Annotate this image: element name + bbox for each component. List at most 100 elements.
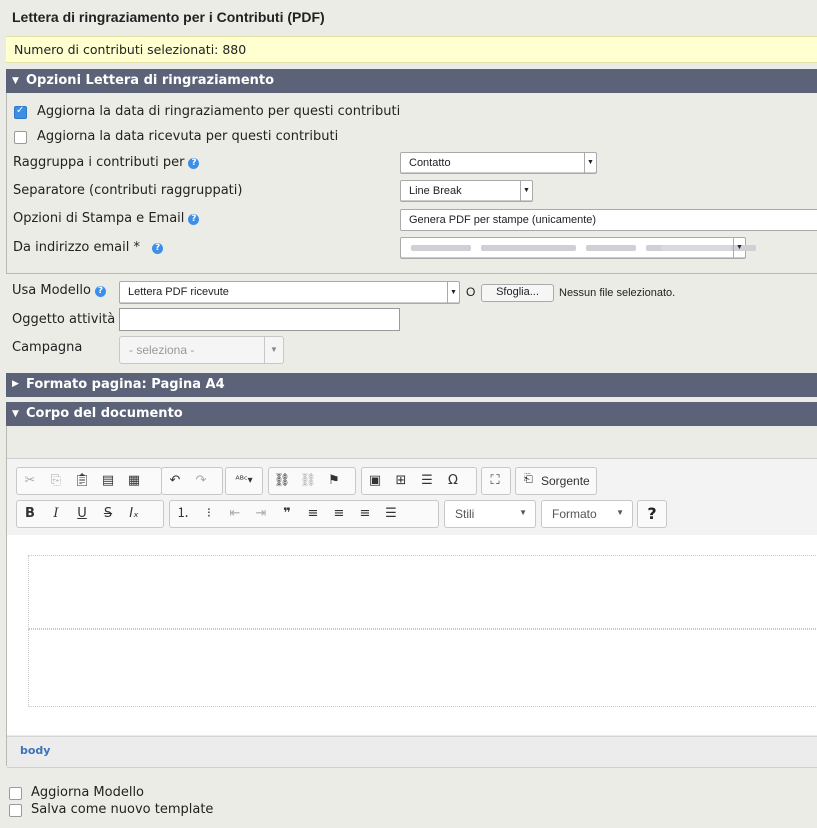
template-label: Usa Modello?	[12, 283, 106, 298]
basic-style-group: B I U S Iₓ	[16, 500, 164, 528]
justify-icon[interactable]: ☰	[378, 501, 404, 527]
bold-icon[interactable]: B	[17, 501, 43, 527]
group-by-label: Raggruppa i contributi per?	[13, 155, 200, 170]
group-by-label-text: Raggruppa i contributi per	[13, 155, 185, 170]
no-file-selected-text: Nessun file selezionato.	[559, 287, 676, 299]
content-block[interactable]	[28, 629, 817, 707]
outdent-icon[interactable]: ⇤	[222, 501, 248, 527]
paste-text-icon[interactable]: ▤	[95, 468, 121, 494]
cut-icon[interactable]: ✂	[17, 468, 43, 494]
campaign-value: - seleziona -	[129, 343, 195, 357]
maximize-group: ⛶	[481, 467, 511, 495]
template-value: Lettera PDF ricevute	[128, 286, 229, 298]
numbered-list-icon[interactable]: ⒈	[170, 501, 196, 527]
chevron-down-icon: ▼	[733, 238, 745, 258]
align-right-icon[interactable]: ≡	[352, 501, 378, 527]
help-button[interactable]: ?	[637, 500, 667, 528]
separator-select[interactable]: Line Break ▼	[400, 180, 533, 202]
editor-content-area[interactable]	[7, 535, 817, 735]
help-icon[interactable]: ?	[188, 158, 200, 169]
horizontal-line-icon[interactable]: ☰	[414, 468, 440, 494]
help-icon[interactable]: ?	[188, 214, 200, 225]
anchor-flag-icon[interactable]: ⚑	[321, 468, 347, 494]
paste-icon[interactable]: 📋︎	[69, 468, 95, 494]
update-template-label: Aggiorna Modello	[31, 785, 145, 800]
underline-icon[interactable]: U	[69, 501, 95, 527]
group-by-value: Contatto	[409, 157, 451, 169]
selection-notice-text: Numero di contributi selezionati: 880	[14, 42, 247, 57]
undo-icon[interactable]: ↶	[162, 468, 188, 494]
from-email-label-text: Da indirizzo email	[13, 240, 130, 255]
chevron-down-icon: ▼	[447, 282, 459, 303]
update-receipt-date-label: Aggiorna la data ricevuta per questi con…	[37, 129, 339, 144]
browse-file-button[interactable]: Sfoglia...	[481, 284, 554, 302]
document-body-section-header[interactable]: ▼ Corpo del documento	[6, 402, 817, 426]
update-thankyou-date-label: Aggiorna la data di ringraziamento per q…	[37, 104, 401, 119]
align-center-icon[interactable]: ≡	[326, 501, 352, 527]
styles-combo-label: Stili	[455, 507, 475, 521]
unlink-icon[interactable]: ⛓	[295, 468, 321, 494]
print-email-label: Opzioni di Stampa e Email?	[13, 211, 200, 226]
activity-subject-label: Oggetto attività	[12, 312, 116, 327]
strikethrough-icon[interactable]: S	[95, 501, 121, 527]
template-select[interactable]: Lettera PDF ricevute ▼	[119, 281, 460, 304]
image-icon[interactable]: ▣	[362, 468, 388, 494]
styles-combo[interactable]: Stili ▼	[444, 500, 536, 528]
help-icon[interactable]: ?	[94, 286, 106, 297]
print-email-value: Genera PDF per stampe (unicamente)	[409, 214, 597, 226]
blockquote-icon[interactable]: ❞	[274, 501, 300, 527]
source-button[interactable]: ⎗ Sorgente	[515, 467, 597, 495]
or-text: O	[466, 285, 476, 299]
expand-triangle-icon: ▶	[12, 379, 19, 389]
chevron-down-icon: ▼	[264, 337, 283, 363]
remove-format-icon[interactable]: Iₓ	[121, 501, 147, 527]
chevron-down-icon: ▼	[616, 508, 624, 517]
link-group: ⛓ ⛓ ⚑	[268, 467, 356, 495]
chevron-down-icon: ▼	[519, 508, 527, 517]
save-new-template-checkbox[interactable]	[9, 804, 22, 817]
update-template-checkbox[interactable]	[9, 787, 22, 800]
copy-icon[interactable]: ⎘	[43, 468, 69, 494]
indent-icon[interactable]: ⇥	[248, 501, 274, 527]
separator-label: Separatore (contributi raggruppati)	[13, 183, 243, 198]
spellcheck-group: ᴬᴮᶜ▾	[225, 467, 263, 495]
paste-word-icon[interactable]: ▦	[121, 468, 147, 494]
update-thankyou-date-checkbox[interactable]	[14, 105, 27, 119]
maximize-icon[interactable]: ⛶	[482, 468, 508, 494]
selection-notice: Numero di contributi selezionati: 880	[6, 36, 817, 63]
print-email-label-text: Opzioni di Stampa e Email	[13, 211, 185, 226]
campaign-select[interactable]: - seleziona - ▼	[119, 336, 284, 364]
undo-group: ↶ ↷	[161, 467, 223, 495]
page-format-section-header[interactable]: ▶ Formato pagina: Pagina A4	[6, 373, 817, 397]
options-section-header[interactable]: ▼ Opzioni Lettera di ringraziamento	[6, 69, 817, 93]
collapse-triangle-icon: ▼	[12, 409, 19, 419]
align-left-icon[interactable]: ≡	[300, 501, 326, 527]
paragraph-group: ⒈ ⁝ ⇤ ⇥ ❞ ≡ ≡ ≡ ☰	[169, 500, 439, 528]
activity-subject-input[interactable]	[119, 308, 400, 331]
required-mark: *	[133, 240, 141, 255]
group-by-select[interactable]: Contatto ▼	[400, 152, 597, 174]
table-icon[interactable]: ⊞	[388, 468, 414, 494]
campaign-label: Campagna	[12, 340, 83, 355]
source-icon: ⎗	[524, 473, 533, 485]
from-email-select[interactable]: ▼	[400, 237, 756, 259]
help-icon[interactable]: ?	[152, 243, 164, 254]
spellcheck-icon[interactable]: ᴬᴮᶜ▾	[226, 468, 262, 494]
editor-toolbar: ✂ ⎘ 📋︎ ▤ ▦ ↶ ↷ ᴬᴮᶜ▾ ⛓ ⛓ ⚑ ▣ ⊞ ☰ Ω ⛶ ⎗ So…	[7, 458, 817, 536]
update-receipt-date-checkbox[interactable]	[14, 131, 27, 144]
bulleted-list-icon[interactable]: ⁝	[196, 501, 222, 527]
clipboard-group: ✂ ⎘ 📋︎ ▤ ▦	[16, 467, 162, 495]
format-combo[interactable]: Formato ▼	[541, 500, 633, 528]
link-icon[interactable]: ⛓	[269, 468, 295, 494]
separator-value: Line Break	[409, 185, 462, 197]
italic-icon[interactable]: I	[43, 501, 69, 527]
element-path-body[interactable]: body	[20, 744, 50, 757]
special-char-icon[interactable]: Ω	[440, 468, 466, 494]
redo-icon[interactable]: ↷	[188, 468, 214, 494]
save-new-template-label: Salva come nuovo template	[31, 802, 214, 817]
print-email-select[interactable]: Genera PDF per stampe (unicamente)	[400, 209, 817, 231]
element-path-bar: body	[7, 736, 817, 768]
content-block[interactable]	[28, 555, 817, 629]
options-section-title: Opzioni Lettera di ringraziamento	[26, 73, 275, 88]
source-button-label: Sorgente	[541, 474, 590, 488]
